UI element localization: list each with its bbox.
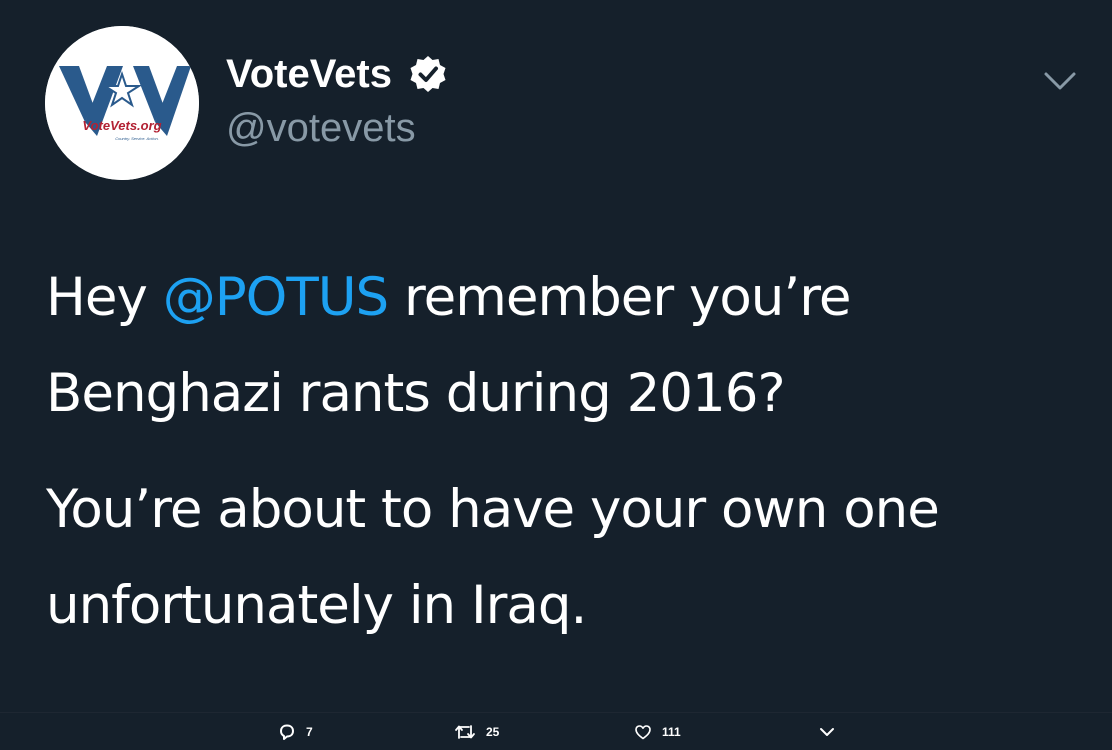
chevron-down-icon [820,728,834,736]
reply-count: 7 [306,725,313,739]
mention-link[interactable]: @POTUS [163,267,389,328]
reply-icon [280,724,294,740]
display-name[interactable]: VoteVets [226,52,448,96]
tweet-paragraph-2: You’re about to have your own one unfort… [46,479,940,636]
avatar[interactable]: VoteVets.org Country. Service. Action. [45,26,199,180]
chevron-down-icon[interactable] [1040,64,1080,98]
verified-badge-icon [410,56,446,92]
tweet-text-prefix: Hey [46,267,163,328]
share-button[interactable] [818,725,846,739]
votevets-logo: VoteVets.org Country. Service. Action. [45,26,199,180]
like-button[interactable]: 111 [634,723,681,741]
reply-button[interactable]: 7 [278,723,313,741]
retweet-icon [455,725,475,739]
retweet-button[interactable]: 25 [454,723,499,741]
avatar-tagline: Country. Service. Action. [115,136,159,141]
tweet-paragraph-1: Hey @POTUS remember you’re Benghazi rant… [46,250,1076,442]
tweet-action-bar: 7 25 111 [0,712,1112,750]
account-handle[interactable]: @votevets [226,104,416,152]
heart-icon [635,725,651,740]
like-count: 111 [662,725,681,739]
tweet-text: Hey @POTUS remember you’re Benghazi rant… [46,250,1076,674]
retweet-count: 25 [486,725,500,739]
display-name-text: VoteVets [226,52,392,96]
avatar-logo-text: VoteVets.org [82,118,161,133]
